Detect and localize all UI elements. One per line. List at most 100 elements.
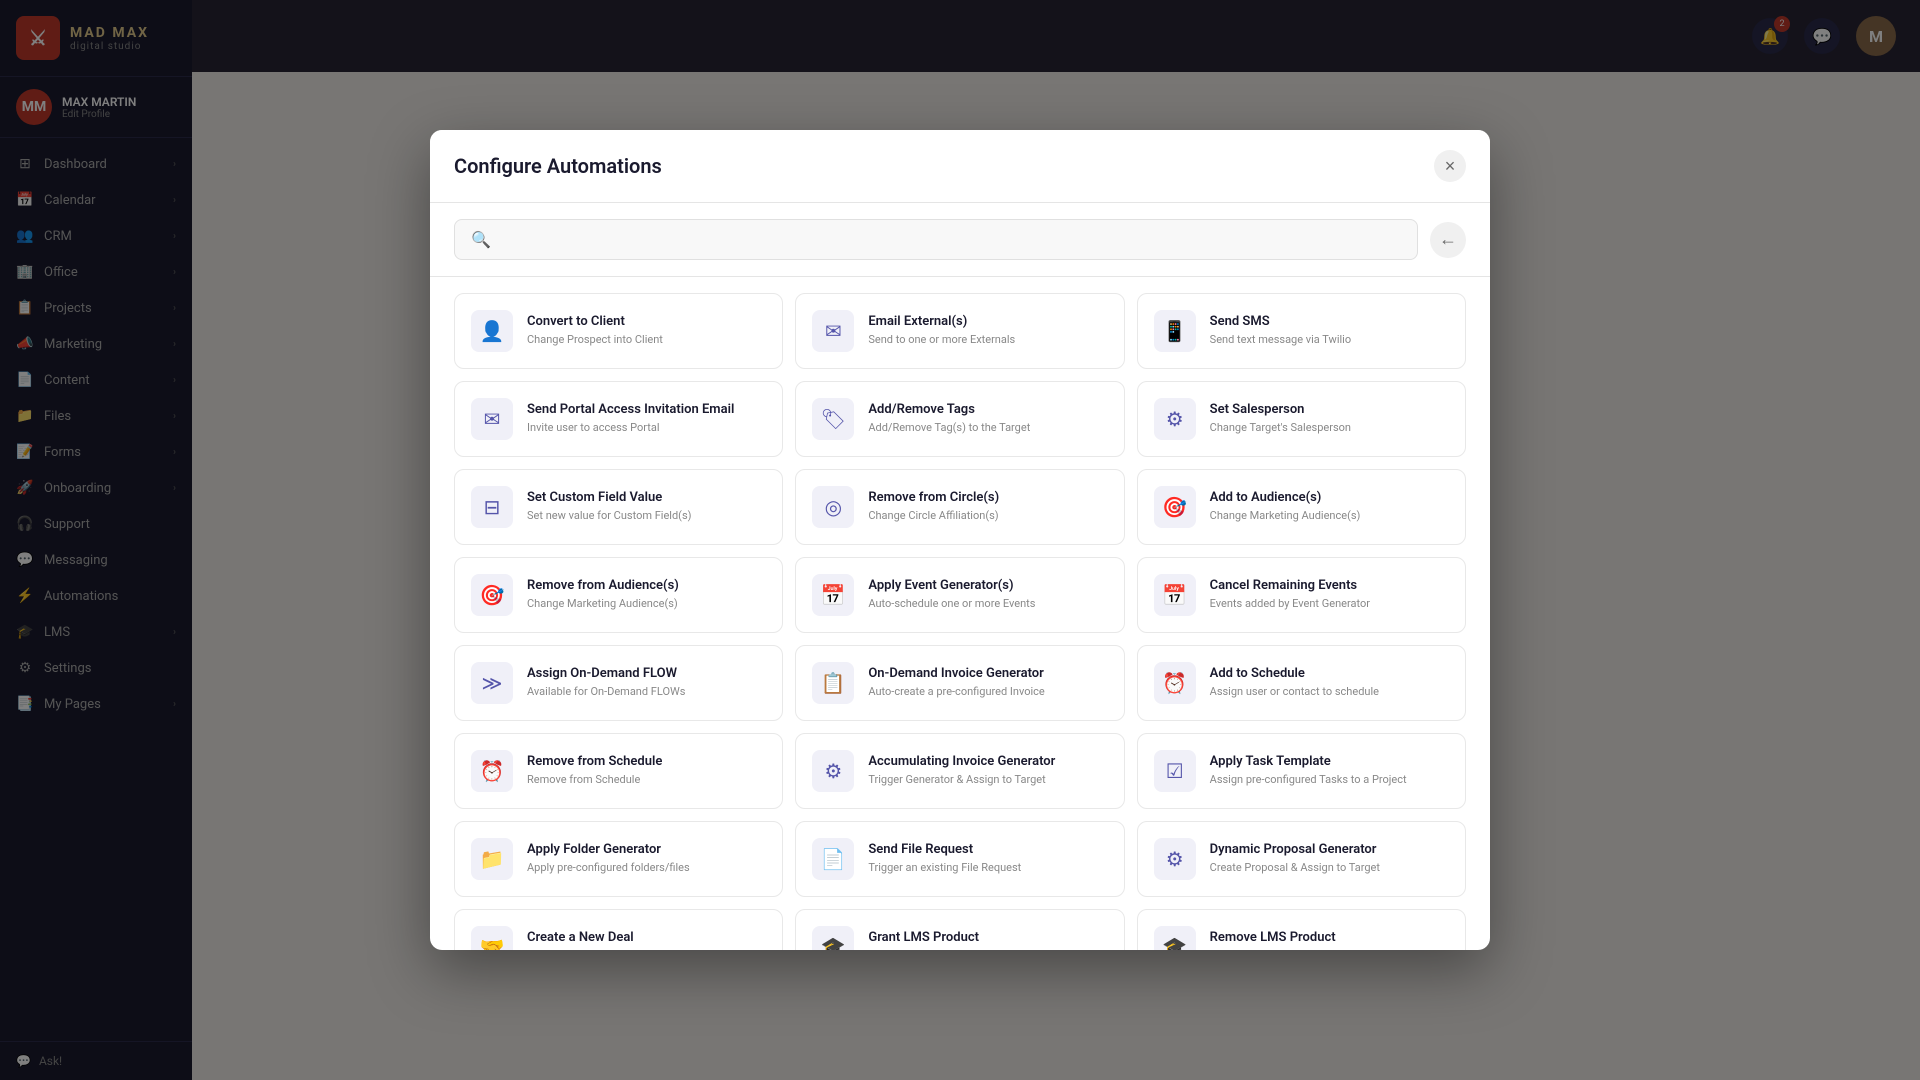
automation-icon: 📅 bbox=[812, 574, 854, 616]
search-input[interactable] bbox=[501, 232, 1401, 248]
automation-item-convert-to-client[interactable]: 👤 Convert to Client Change Prospect into… bbox=[454, 293, 783, 369]
automation-icon: ⚙ bbox=[1154, 398, 1196, 440]
automation-item-cancel-remaining-events[interactable]: 📅 Cancel Remaining Events Events added b… bbox=[1137, 557, 1466, 633]
automation-desc: Available for On-Demand FLOWs bbox=[527, 684, 766, 699]
automation-icon: ◎ bbox=[812, 486, 854, 528]
automation-name: Create a New Deal bbox=[527, 930, 766, 945]
modal-close-button[interactable]: × bbox=[1434, 150, 1466, 182]
automation-icon: ≫ bbox=[471, 662, 513, 704]
automation-name: Apply Task Template bbox=[1210, 754, 1449, 769]
automation-desc: Auto-create a pre-configured Invoice bbox=[868, 684, 1107, 699]
automation-item-email-externals[interactable]: ✉ Email External(s) Send to one or more … bbox=[795, 293, 1124, 369]
automation-desc: Trigger an existing File Request bbox=[868, 860, 1107, 875]
automation-item-remove-from-circles[interactable]: ◎ Remove from Circle(s) Change Circle Af… bbox=[795, 469, 1124, 545]
search-icon: 🔍 bbox=[471, 230, 491, 249]
automation-icon: ☑ bbox=[1154, 750, 1196, 792]
modal-title: Configure Automations bbox=[454, 154, 662, 178]
automation-desc: Change Target's Salesperson bbox=[1210, 420, 1449, 435]
automation-desc: Set new value for Custom Field(s) bbox=[527, 508, 766, 523]
automation-icon: 📱 bbox=[1154, 310, 1196, 352]
automation-desc: Remove as Owner of LMS Product bbox=[1210, 948, 1449, 950]
automation-icon: 🎓 bbox=[812, 926, 854, 950]
automation-item-send-portal-access[interactable]: ✉ Send Portal Access Invitation Email In… bbox=[454, 381, 783, 457]
automation-icon: 📁 bbox=[471, 838, 513, 880]
automation-item-set-salesperson[interactable]: ⚙ Set Salesperson Change Target's Salesp… bbox=[1137, 381, 1466, 457]
automation-name: Apply Event Generator(s) bbox=[868, 578, 1107, 593]
automation-desc: Set Target as Owner of LMS Product bbox=[868, 948, 1107, 950]
automation-name: Send File Request bbox=[868, 842, 1107, 857]
automation-item-add-remove-tags[interactable]: 🏷 Add/Remove Tags Add/Remove Tag(s) to t… bbox=[795, 381, 1124, 457]
automation-desc: Trigger Generator & Assign to Target bbox=[868, 772, 1107, 787]
automation-item-add-to-audiences[interactable]: 🎯 Add to Audience(s) Change Marketing Au… bbox=[1137, 469, 1466, 545]
automation-name: Send SMS bbox=[1210, 314, 1449, 329]
automation-desc: Invite user to access Portal bbox=[527, 420, 766, 435]
automation-item-on-demand-invoice-generator[interactable]: 📋 On-Demand Invoice Generator Auto-creat… bbox=[795, 645, 1124, 721]
automation-item-remove-lms-product[interactable]: 🎓 Remove LMS Product Remove as Owner of … bbox=[1137, 909, 1466, 950]
automation-icon: 👤 bbox=[471, 310, 513, 352]
automation-name: Remove from Circle(s) bbox=[868, 490, 1107, 505]
back-button[interactable]: ← bbox=[1430, 222, 1466, 258]
automation-desc: Change Marketing Audience(s) bbox=[1210, 508, 1449, 523]
automation-desc: Change Marketing Audience(s) bbox=[527, 596, 766, 611]
automation-icon: ⏰ bbox=[471, 750, 513, 792]
automation-item-remove-from-schedule[interactable]: ⏰ Remove from Schedule Remove from Sched… bbox=[454, 733, 783, 809]
automation-desc: Send to one or more Externals bbox=[868, 332, 1107, 347]
configure-automations-modal: Configure Automations × 🔍 ← 👤 Convert to… bbox=[430, 130, 1490, 950]
automation-item-grant-lms-product[interactable]: 🎓 Grant LMS Product Set Target as Owner … bbox=[795, 909, 1124, 950]
automation-name: Convert to Client bbox=[527, 314, 766, 329]
automation-grid: 👤 Convert to Client Change Prospect into… bbox=[454, 293, 1466, 950]
dialog-overlay: Configure Automations × 🔍 ← 👤 Convert to… bbox=[0, 0, 1920, 1080]
automation-desc: Create Proposal & Assign to Target bbox=[1210, 860, 1449, 875]
automation-item-send-file-request[interactable]: 📄 Send File Request Trigger an existing … bbox=[795, 821, 1124, 897]
automation-desc: Assign pre-configured Tasks to a Project bbox=[1210, 772, 1449, 787]
automation-item-send-sms[interactable]: 📱 Send SMS Send text message via Twilio bbox=[1137, 293, 1466, 369]
automation-icon: 🏷 bbox=[812, 398, 854, 440]
automation-icon: ⚙ bbox=[812, 750, 854, 792]
automation-desc: Apply pre-configured folders/files bbox=[527, 860, 766, 875]
automation-icon: 🤝 bbox=[471, 926, 513, 950]
automation-icon: ✉ bbox=[812, 310, 854, 352]
automation-desc: Create & Assign a Deal to the Target bbox=[527, 948, 766, 950]
automation-name: Accumulating Invoice Generator bbox=[868, 754, 1107, 769]
automation-name: Grant LMS Product bbox=[868, 930, 1107, 945]
modal-header: Configure Automations × bbox=[430, 130, 1490, 203]
automation-item-assign-on-demand-flow[interactable]: ≫ Assign On-Demand FLOW Available for On… bbox=[454, 645, 783, 721]
automation-item-set-custom-field[interactable]: ⊟ Set Custom Field Value Set new value f… bbox=[454, 469, 783, 545]
automation-desc: Add/Remove Tag(s) to the Target bbox=[868, 420, 1107, 435]
automation-item-dynamic-proposal-generator[interactable]: ⚙ Dynamic Proposal Generator Create Prop… bbox=[1137, 821, 1466, 897]
automation-item-apply-folder-generator[interactable]: 📁 Apply Folder Generator Apply pre-confi… bbox=[454, 821, 783, 897]
automation-icon: ⏰ bbox=[1154, 662, 1196, 704]
automation-name: Add/Remove Tags bbox=[868, 402, 1107, 417]
automation-item-apply-event-generator[interactable]: 📅 Apply Event Generator(s) Auto-schedule… bbox=[795, 557, 1124, 633]
automation-name: Send Portal Access Invitation Email bbox=[527, 402, 766, 417]
automation-name: Remove LMS Product bbox=[1210, 930, 1449, 945]
automation-item-remove-from-audiences[interactable]: 🎯 Remove from Audience(s) Change Marketi… bbox=[454, 557, 783, 633]
automation-desc: Remove from Schedule bbox=[527, 772, 766, 787]
automation-desc: Change Prospect into Client bbox=[527, 332, 766, 347]
automation-icon: 📄 bbox=[812, 838, 854, 880]
automation-item-accumulating-invoice-generator[interactable]: ⚙ Accumulating Invoice Generator Trigger… bbox=[795, 733, 1124, 809]
automation-desc: Auto-schedule one or more Events bbox=[868, 596, 1107, 611]
search-container: 🔍 bbox=[454, 219, 1418, 260]
automation-desc: Events added by Event Generator bbox=[1210, 596, 1449, 611]
modal-search-bar: 🔍 ← bbox=[430, 203, 1490, 277]
automation-icon: 📅 bbox=[1154, 574, 1196, 616]
automation-desc: Send text message via Twilio bbox=[1210, 332, 1449, 347]
automation-name: Apply Folder Generator bbox=[527, 842, 766, 857]
automation-icon: 🎯 bbox=[471, 574, 513, 616]
automation-icon: ⚙ bbox=[1154, 838, 1196, 880]
automation-item-apply-task-template[interactable]: ☑ Apply Task Template Assign pre-configu… bbox=[1137, 733, 1466, 809]
automation-item-add-to-schedule[interactable]: ⏰ Add to Schedule Assign user or contact… bbox=[1137, 645, 1466, 721]
automation-icon: 🎯 bbox=[1154, 486, 1196, 528]
automation-item-create-new-deal[interactable]: 🤝 Create a New Deal Create & Assign a De… bbox=[454, 909, 783, 950]
automation-icon: ⊟ bbox=[471, 486, 513, 528]
automation-icon: 📋 bbox=[812, 662, 854, 704]
automation-name: Set Salesperson bbox=[1210, 402, 1449, 417]
automation-name: Remove from Schedule bbox=[527, 754, 766, 769]
automation-icon: 🎓 bbox=[1154, 926, 1196, 950]
automation-name: On-Demand Invoice Generator bbox=[868, 666, 1107, 681]
automation-desc: Assign user or contact to schedule bbox=[1210, 684, 1449, 699]
automation-desc: Change Circle Affiliation(s) bbox=[868, 508, 1107, 523]
modal-body: 👤 Convert to Client Change Prospect into… bbox=[430, 277, 1490, 950]
automation-name: Add to Schedule bbox=[1210, 666, 1449, 681]
